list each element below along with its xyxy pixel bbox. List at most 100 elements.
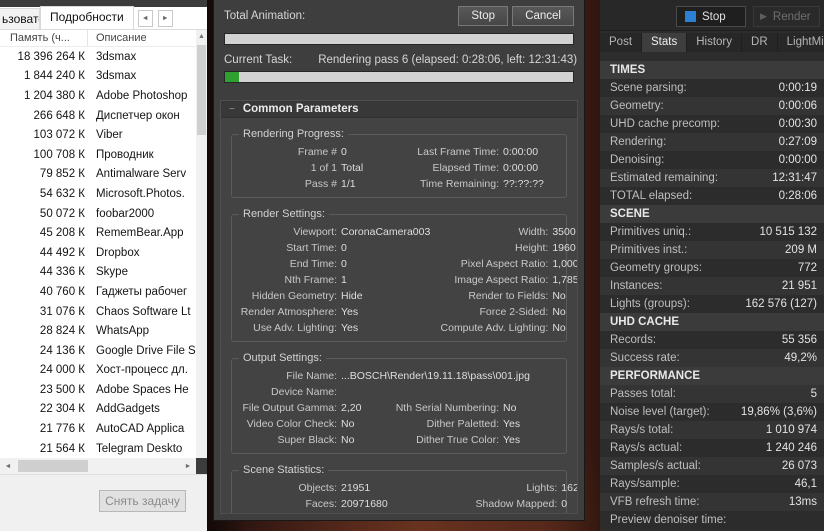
cancel-button[interactable]: Cancel <box>512 6 574 26</box>
vfb-tab-bar: PostStatsHistoryDRLightMix <box>600 33 824 52</box>
vfb-tab-lightmix[interactable]: LightMix <box>777 33 824 52</box>
process-row[interactable]: 54 632 К Microsoft.Photos. <box>0 184 196 204</box>
process-row[interactable]: 40 760 К Гаджеты рабочег <box>0 282 196 302</box>
process-row[interactable]: 79 852 К Antimalware Serv <box>0 164 196 185</box>
process-row[interactable]: 24 000 К Хост-процесс дл. <box>0 360 196 381</box>
tab-details[interactable]: Подробности <box>40 6 134 29</box>
param-value: 0 <box>561 498 568 510</box>
process-row[interactable]: 103 072 К Viber <box>0 125 196 145</box>
scroll-right-icon[interactable]: ► <box>180 463 196 470</box>
vfb-tab-stats[interactable]: Stats <box>642 33 688 52</box>
param-label: Pass # <box>304 178 337 190</box>
process-memory: 1 844 240 К <box>23 70 85 83</box>
group-title: Rendering Progress: <box>239 128 348 140</box>
stat-label: Rendering: <box>610 136 667 148</box>
section-header: UHD CACHE <box>600 313 824 331</box>
group-box: Render Settings: Viewport: CoronaCamera003… <box>231 208 577 342</box>
process-row[interactable]: 266 648 К Диспетчер окон <box>0 105 196 126</box>
process-description: Adobe Photoshop <box>96 89 188 102</box>
dialog-top-bar: Total Animation: Stop Cancel <box>214 0 584 30</box>
end-task-button[interactable]: Снять задачу <box>99 490 186 512</box>
scroll-up-icon[interactable]: ▲ <box>196 30 207 43</box>
process-row[interactable]: 21 564 К Telegram Deskto <box>0 438 196 458</box>
process-memory: 24 000 К <box>39 364 85 377</box>
process-row[interactable]: 100 708 К Проводник <box>0 144 196 165</box>
process-description: Chaos Software Lt <box>96 305 191 318</box>
param-label: Device Name: <box>271 386 337 398</box>
vfb-render-button[interactable]: ▶ Render <box>753 6 820 27</box>
param-value: ...BOSCH\Render\19.11.18\pass\001.jpg <box>341 370 530 382</box>
tab-scroll-right-icon[interactable]: ► <box>157 10 173 27</box>
stat-row: Rays/s actual: 1 240 246 <box>600 439 824 457</box>
stat-label: UHD cache precomp: <box>610 118 720 130</box>
total-animation-label: Total Animation: <box>224 10 306 22</box>
process-row[interactable]: 50 072 К foobar2000 <box>0 203 196 224</box>
vertical-scrollbar-thumb[interactable] <box>197 45 206 135</box>
process-description: 3dsmax <box>96 50 137 63</box>
process-description: AutoCAD Applica <box>96 423 185 436</box>
stop-button[interactable]: Stop <box>458 6 508 26</box>
column-header-description[interactable]: Описание <box>89 30 196 44</box>
tab-users[interactable]: ьзователи <box>0 8 40 29</box>
current-task-line: Current Task: Rendering pass 6 (elapsed:… <box>224 54 577 66</box>
stat-value: 49,2% <box>784 352 817 364</box>
process-memory: 79 852 К <box>39 168 85 181</box>
stat-row: Primitives uniq.: 10 515 132 <box>600 223 824 241</box>
scroll-left-icon[interactable]: ◄ <box>0 463 16 470</box>
horizontal-scrollbar[interactable]: ◄ ► <box>0 458 196 474</box>
process-memory: 22 304 К <box>39 403 85 416</box>
stat-label: Rays/s total: <box>610 424 674 436</box>
process-memory: 21 776 К <box>39 423 85 436</box>
process-row[interactable]: 45 208 К RememBear.App <box>0 223 196 243</box>
tab-scroll-left-icon[interactable]: ◄ <box>137 10 153 27</box>
stat-value: 209 M <box>785 244 817 256</box>
stat-value: 12:31:47 <box>772 172 817 184</box>
vfb-tab-dr[interactable]: DR <box>742 33 778 52</box>
column-header-memory[interactable]: Память (ч... <box>0 30 88 46</box>
stat-label: Success rate: <box>610 352 680 364</box>
param-label: 1 of 1 <box>310 162 337 174</box>
horizontal-scrollbar-thumb[interactable] <box>18 460 88 472</box>
param-value: 1 <box>341 274 347 286</box>
vfb-stop-button[interactable]: Stop <box>676 6 746 27</box>
stat-row: Instances: 21 951 <box>600 277 824 295</box>
param-value: 2,20 <box>341 402 362 414</box>
process-row[interactable]: 18 396 264 К 3dsmax <box>0 47 196 67</box>
param-label: Pixel Aspect Ratio: <box>460 258 549 270</box>
stat-value: 46,1 <box>794 478 817 490</box>
process-row[interactable]: 23 500 К Adobe Spaces He <box>0 380 196 400</box>
process-row[interactable]: 44 336 К Skype <box>0 262 196 283</box>
vertical-scrollbar[interactable]: ▲ <box>196 30 207 458</box>
param-value: 0:00:00 <box>503 162 539 174</box>
stat-label: Geometry: <box>610 100 664 112</box>
process-row[interactable]: 1 844 240 К 3dsmax <box>0 66 196 87</box>
process-description: AddGadgets <box>96 403 160 416</box>
process-row[interactable]: 24 136 К Google Drive File S <box>0 340 196 361</box>
rollout-header[interactable]: − Common Parameters <box>221 101 577 118</box>
param-label: Start Time: <box>286 242 337 254</box>
process-row[interactable]: 28 824 К WhatsApp <box>0 321 196 341</box>
process-row[interactable]: 1 204 380 К Adobe Photoshop <box>0 86 196 106</box>
param-value: No <box>503 402 517 414</box>
vfb-stats-list: TIMES Scene parsing: 0:00:19 Geometry: 0:00:… <box>600 55 824 531</box>
collapse-icon: − <box>229 103 235 115</box>
stat-value: 0:27:09 <box>778 136 817 148</box>
stat-value: 1 240 246 <box>765 442 817 454</box>
stat-value: 0:00:00 <box>778 154 817 166</box>
vfb-tab-post[interactable]: Post <box>600 33 643 52</box>
stat-value: 21 951 <box>781 280 817 292</box>
vfb-tab-history[interactable]: History <box>687 33 743 52</box>
process-description: Telegram Deskto <box>96 442 183 455</box>
process-memory: 24 136 К <box>39 344 85 357</box>
process-row[interactable]: 31 076 К Chaos Software Lt <box>0 301 196 322</box>
param-value: 0 <box>561 512 577 513</box>
process-row[interactable]: 22 304 К AddGadgets <box>0 399 196 420</box>
process-row[interactable]: 44 492 К Dropbox <box>0 242 196 263</box>
stat-row: Lights (groups): 162 576 (127) <box>600 295 824 313</box>
param-label: Ray Traced: <box>443 512 557 513</box>
stat-row: Geometry groups: 772 <box>600 259 824 277</box>
stat-row: UHD cache precomp: 0:00:30 <box>600 115 824 133</box>
process-row[interactable]: 21 776 К AutoCAD Applica <box>0 419 196 439</box>
param-label: Faces: <box>305 498 337 510</box>
param-value <box>341 384 559 400</box>
